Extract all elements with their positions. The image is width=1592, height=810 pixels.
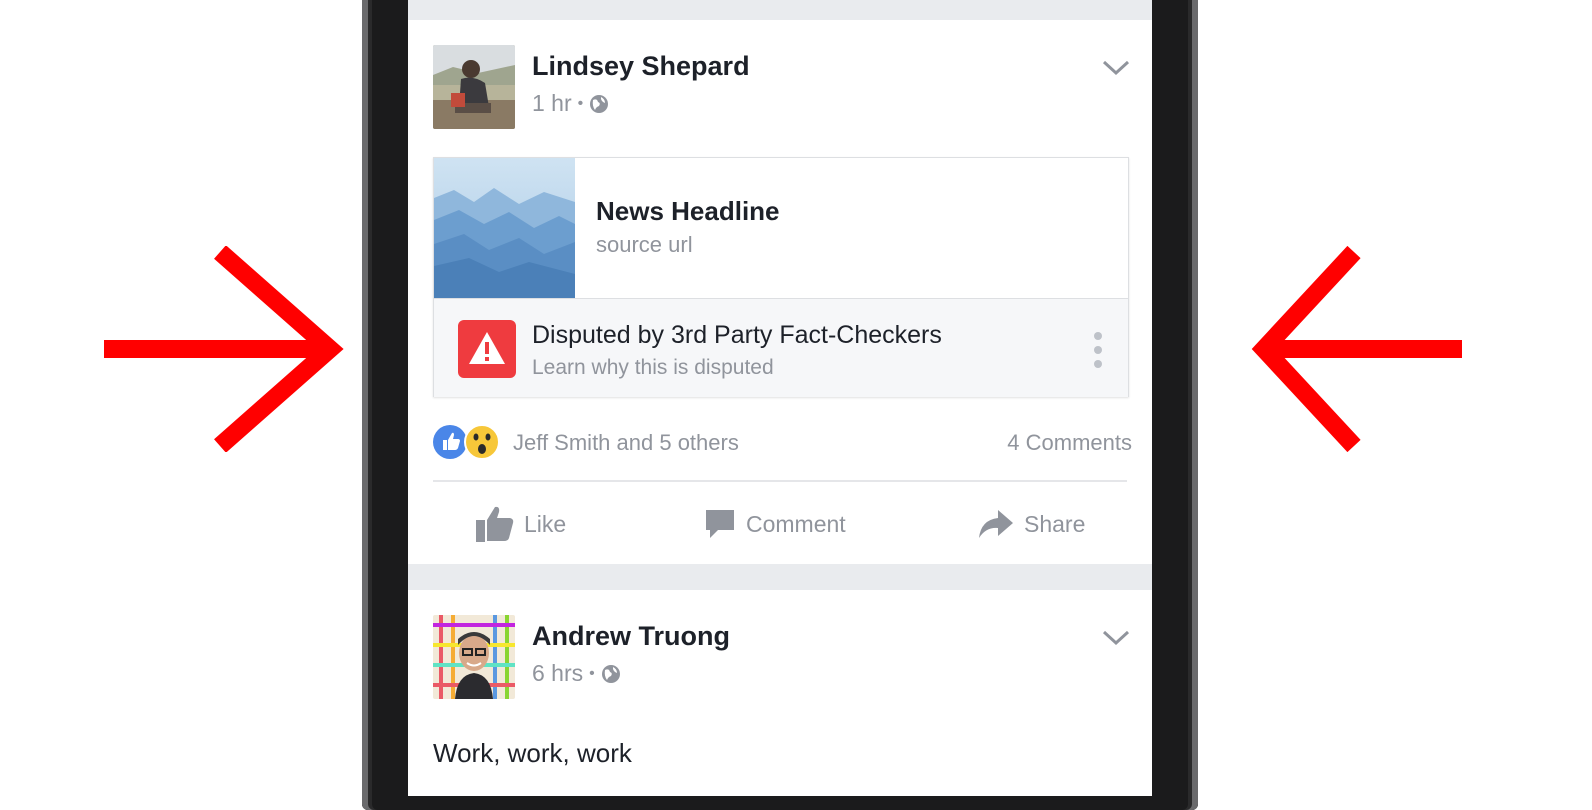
post-time[interactable]: 6 hrs (532, 660, 583, 687)
share-label: Share (1024, 510, 1086, 537)
avatar[interactable] (433, 45, 515, 129)
feed-post: Lindsey Shepard 1 hr • News Headline sou… (408, 20, 1152, 564)
comments-count[interactable]: 4 Comments (1007, 430, 1132, 456)
share-button[interactable]: Share (978, 504, 1085, 544)
link-headline[interactable]: News Headline (596, 196, 780, 227)
link-source: source url (596, 232, 693, 257)
chevron-down-icon[interactable] (1100, 628, 1132, 648)
dispute-title: Disputed by 3rd Party Fact-Checkers (532, 321, 942, 349)
like-label: Like (524, 510, 567, 537)
globe-icon (590, 94, 609, 113)
reaction-icons[interactable] (433, 424, 503, 460)
comment-label: Comment (746, 510, 846, 537)
like-button[interactable]: Like (476, 504, 566, 544)
dispute-banner[interactable]: Disputed by 3rd Party Fact-Checkers Lear… (434, 298, 1128, 397)
post-time[interactable]: 1 hr (532, 90, 572, 117)
arrow-right-icon (104, 246, 344, 452)
wow-reaction-icon (464, 424, 500, 460)
link-thumbnail (434, 158, 575, 298)
more-vertical-icon[interactable] (1090, 331, 1106, 369)
divider (433, 480, 1127, 482)
chevron-down-icon[interactable] (1100, 58, 1132, 78)
avatar[interactable] (433, 615, 515, 699)
post-meta: 6 hrs • (532, 660, 621, 687)
post-author[interactable]: Lindsey Shepard (532, 51, 750, 82)
post-meta: 1 hr • (532, 90, 609, 117)
arrow-left-icon (1251, 246, 1462, 452)
dispute-learn-more[interactable]: Learn why this is disputed (532, 356, 774, 380)
like-reaction-icon (433, 425, 467, 459)
meta-separator: • (589, 664, 595, 682)
news-feed: Lindsey Shepard 1 hr • News Headline sou… (408, 0, 1152, 796)
post-author[interactable]: Andrew Truong (532, 621, 730, 652)
reactions-summary[interactable]: Jeff Smith and 5 others (513, 430, 739, 456)
share-icon (979, 510, 1013, 538)
comment-icon (706, 510, 734, 538)
reactions-bar: Jeff Smith and 5 others 4 Comments (433, 424, 1132, 460)
comment-button[interactable]: Comment (704, 504, 846, 544)
globe-icon (601, 664, 620, 683)
thumbs-up-icon (476, 506, 514, 542)
warning-icon (458, 320, 516, 378)
feed-post: Andrew Truong 6 hrs • Work, work, work (408, 590, 1152, 796)
post-text: Work, work, work (433, 738, 632, 768)
meta-separator: • (577, 94, 584, 112)
link-preview[interactable]: News Headline source url Disputed by 3rd… (433, 157, 1129, 397)
